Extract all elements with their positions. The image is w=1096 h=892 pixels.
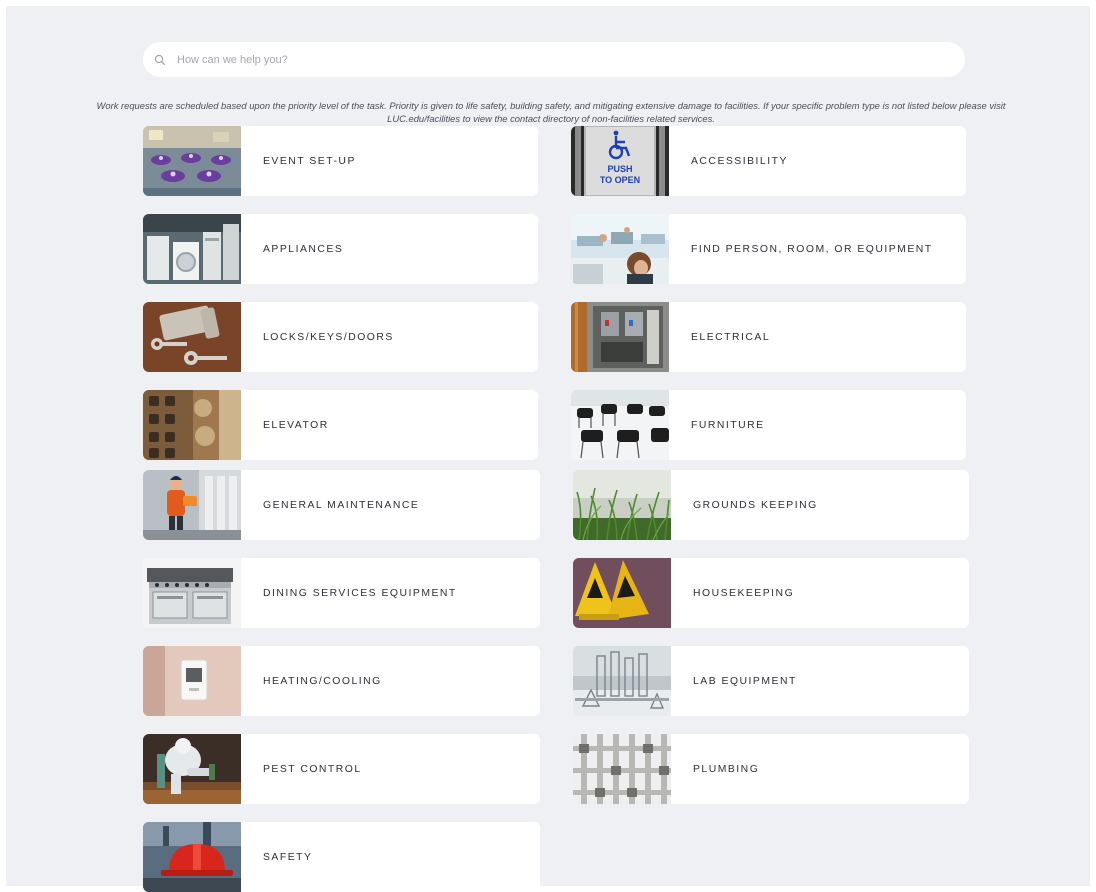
category-appliances[interactable]: APPLIANCES bbox=[143, 214, 538, 284]
search-icon bbox=[145, 54, 175, 66]
push-label: PUSH bbox=[607, 164, 632, 174]
category-label: DINING SERVICES EQUIPMENT bbox=[263, 587, 457, 599]
category-label: GROUNDS KEEPING bbox=[693, 499, 818, 511]
thermostat-image bbox=[143, 646, 241, 716]
office-workers-image bbox=[571, 214, 669, 284]
pest-control-worker-image bbox=[143, 734, 241, 804]
category-label: LOCKS/KEYS/DOORS bbox=[263, 331, 394, 343]
category-accessibility[interactable]: PUSH TO OPEN ACCESSIBILITY bbox=[571, 126, 966, 196]
search-input[interactable] bbox=[175, 52, 939, 67]
elevator-buttons-image bbox=[143, 390, 241, 460]
category-label: PEST CONTROL bbox=[263, 763, 362, 775]
pipes-image bbox=[573, 734, 671, 804]
grass-image bbox=[573, 470, 671, 540]
category-locks-keys-doors[interactable]: LOCKS/KEYS/DOORS bbox=[143, 302, 538, 372]
hard-hat-image bbox=[143, 822, 241, 892]
category-find-person-room-equipment[interactable]: FIND PERSON, ROOM, OR EQUIPMENT bbox=[571, 214, 966, 284]
search-bar[interactable] bbox=[143, 42, 965, 77]
priority-notice-line-1: Work requests are scheduled based upon t… bbox=[96, 100, 1006, 111]
lock-and-keys-image bbox=[143, 302, 241, 372]
to-open-label: TO OPEN bbox=[600, 175, 640, 185]
lab-glassware-image bbox=[573, 646, 671, 716]
category-housekeeping[interactable]: HOUSEKEEPING bbox=[573, 558, 969, 628]
category-plumbing[interactable]: PLUMBING bbox=[573, 734, 969, 804]
kitchen-range-image bbox=[143, 558, 241, 628]
appliances-image bbox=[143, 214, 241, 284]
category-electrical[interactable]: ELECTRICAL bbox=[571, 302, 966, 372]
category-label: EVENT SET-UP bbox=[263, 155, 356, 167]
category-safety[interactable]: SAFETY bbox=[143, 822, 540, 892]
category-label: ACCESSIBILITY bbox=[691, 155, 788, 167]
category-label: PLUMBING bbox=[693, 763, 760, 775]
electrical-panel-image bbox=[571, 302, 669, 372]
category-grounds-keeping[interactable]: GROUNDS KEEPING bbox=[573, 470, 969, 540]
maintenance-workers-image bbox=[143, 470, 241, 540]
category-label: LAB EQUIPMENT bbox=[693, 675, 797, 687]
category-label: FIND PERSON, ROOM, OR EQUIPMENT bbox=[691, 243, 933, 255]
category-label: ELECTRICAL bbox=[691, 331, 771, 343]
category-label: APPLIANCES bbox=[263, 243, 344, 255]
category-general-maintenance[interactable]: GENERAL MAINTENANCE bbox=[143, 470, 540, 540]
category-pest-control[interactable]: PEST CONTROL bbox=[143, 734, 540, 804]
category-label: GENERAL MAINTENANCE bbox=[263, 499, 420, 511]
priority-notice: Work requests are scheduled based upon t… bbox=[56, 99, 1046, 125]
category-label: HEATING/COOLING bbox=[263, 675, 382, 687]
wet-floor-sign-image bbox=[573, 558, 671, 628]
event-ballroom-image bbox=[143, 126, 241, 196]
category-label: HOUSEKEEPING bbox=[693, 587, 795, 599]
category-event-set-up[interactable]: EVENT SET-UP bbox=[143, 126, 538, 196]
page-background: Work requests are scheduled based upon t… bbox=[6, 6, 1090, 892]
category-dining-services-equipment[interactable]: DINING SERVICES EQUIPMENT bbox=[143, 558, 540, 628]
category-elevator[interactable]: ELEVATOR bbox=[143, 390, 538, 460]
category-label: FURNITURE bbox=[691, 419, 765, 431]
priority-notice-line-2: LUC.edu/facilities to view the contact d… bbox=[387, 113, 715, 124]
category-heating-cooling[interactable]: HEATING/COOLING bbox=[143, 646, 540, 716]
chairs-image bbox=[571, 390, 669, 460]
category-lab-equipment[interactable]: LAB EQUIPMENT bbox=[573, 646, 969, 716]
category-label: SAFETY bbox=[263, 851, 313, 863]
category-label: ELEVATOR bbox=[263, 419, 329, 431]
push-to-open-button-image: PUSH TO OPEN bbox=[571, 126, 669, 196]
category-furniture[interactable]: FURNITURE bbox=[571, 390, 966, 460]
